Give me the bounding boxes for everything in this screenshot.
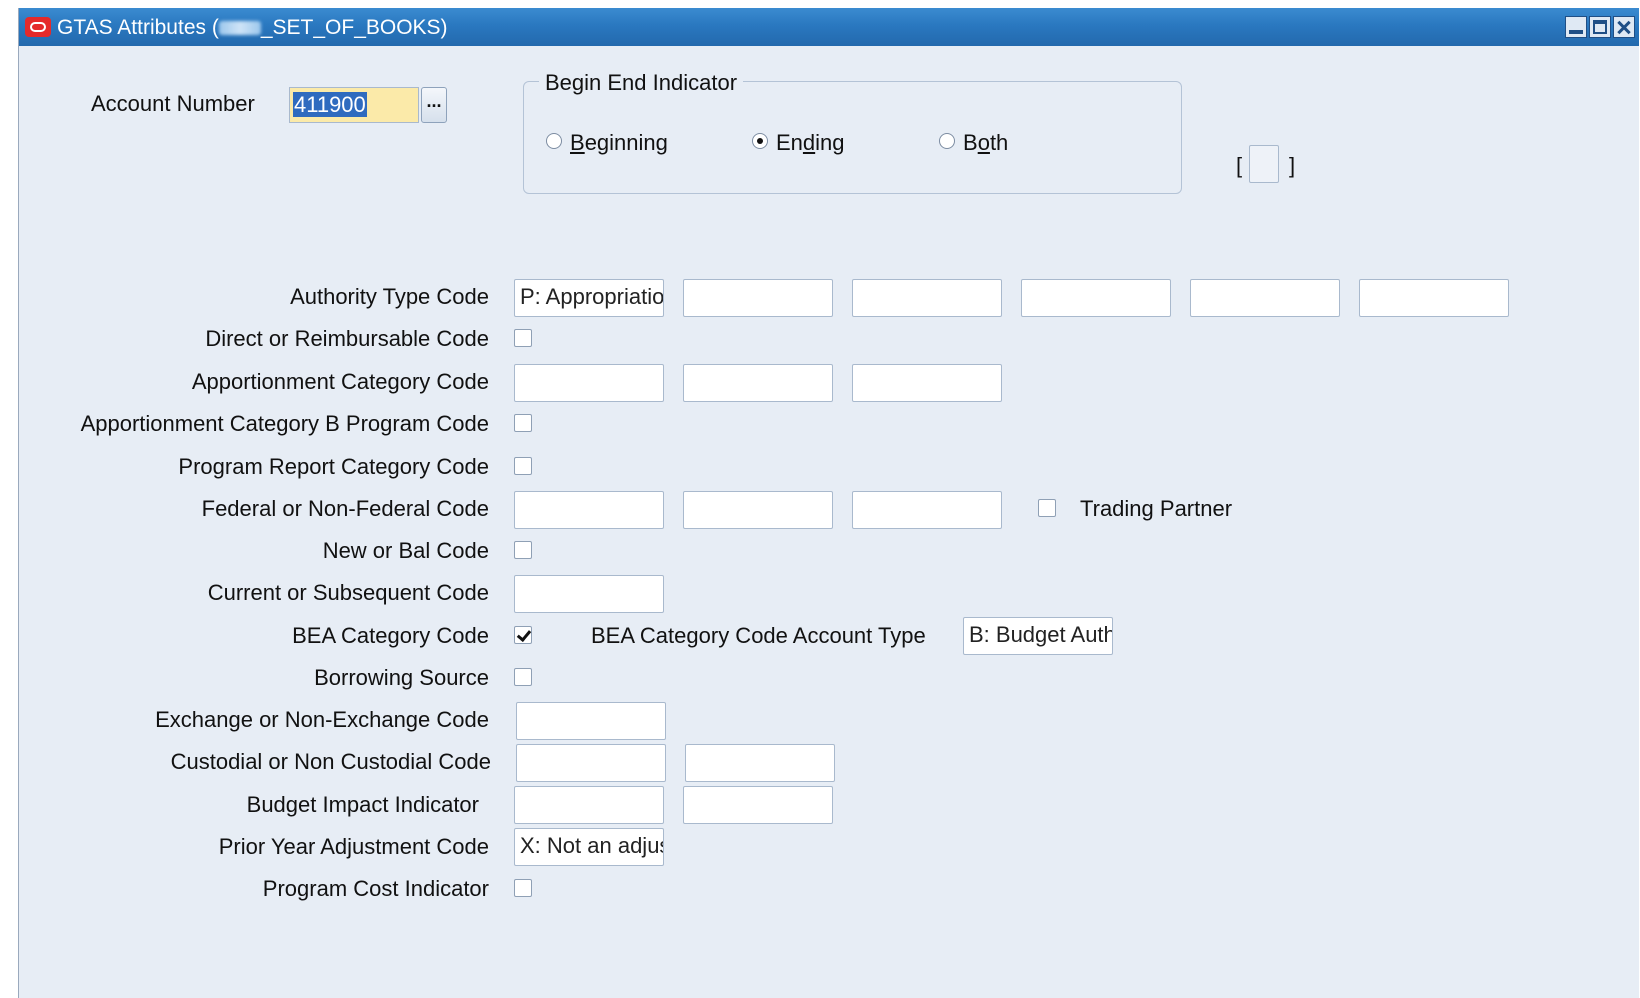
ending-radio-label[interactable]: Ending xyxy=(776,130,845,156)
maximize-icon[interactable] xyxy=(1589,16,1611,38)
account-number-label: Account Number xyxy=(91,91,255,116)
apportionment-category-b-program-code-checkbox[interactable] xyxy=(514,414,532,432)
apportionment-category-code-label: Apportionment Category Code xyxy=(191,369,489,394)
new-or-bal-code-label: New or Bal Code xyxy=(322,538,489,563)
program-report-category-code-label: Program Report Category Code xyxy=(178,454,489,479)
gtas-attributes-window: GTAS Attributes (_SET_OF_BOOKS) Account … xyxy=(18,8,1639,998)
authority-type-code-field-2[interactable] xyxy=(683,279,833,317)
authority-type-code-field-3[interactable] xyxy=(852,279,1002,317)
bracket-open: [ xyxy=(1236,153,1243,178)
bea-category-code-label: BEA Category Code xyxy=(292,623,489,648)
begin-end-indicator-legend: Begin End Indicator xyxy=(539,70,744,96)
authority-type-code-label: Authority Type Code xyxy=(290,284,489,309)
both-radio[interactable] xyxy=(939,133,955,149)
authority-type-code-field-4[interactable] xyxy=(1021,279,1171,317)
authority-type-code-field-6[interactable] xyxy=(1359,279,1509,317)
program-report-category-code-checkbox[interactable] xyxy=(514,457,532,475)
budget-impact-indicator-field-1[interactable] xyxy=(514,786,664,824)
both-radio-label[interactable]: Both xyxy=(963,130,1008,156)
account-number-input[interactable]: 411900 xyxy=(289,87,419,123)
new-or-bal-code-checkbox[interactable] xyxy=(514,541,532,559)
redacted-text xyxy=(218,21,261,36)
bea-category-code-account-type-label: BEA Category Code Account Type xyxy=(591,623,926,648)
prior-year-adjustment-code-field[interactable]: X: Not an adjustment xyxy=(514,828,664,866)
budget-impact-indicator-label: Budget Impact Indicator xyxy=(246,792,479,817)
oracle-logo-icon xyxy=(25,17,51,37)
custodial-or-non-custodial-code-field-1[interactable] xyxy=(516,744,666,782)
federal-or-non-federal-code-field-1[interactable] xyxy=(514,491,664,529)
borrowing-source-label: Borrowing Source xyxy=(314,665,489,690)
trading-partner-checkbox[interactable] xyxy=(1038,499,1056,517)
prior-year-adjustment-code-label: Prior Year Adjustment Code xyxy=(218,834,489,859)
budget-impact-indicator-field-2[interactable] xyxy=(683,786,833,824)
bea-category-code-checkbox[interactable] xyxy=(514,626,532,644)
direct-or-reimbursable-code-checkbox[interactable] xyxy=(514,329,532,347)
account-number-lov-button[interactable]: ... xyxy=(421,87,447,123)
direct-or-reimbursable-code-label: Direct or Reimbursable Code xyxy=(205,326,489,351)
minimize-icon[interactable] xyxy=(1565,16,1587,38)
title-bar[interactable]: GTAS Attributes (_SET_OF_BOOKS) xyxy=(19,8,1639,46)
borrowing-source-checkbox[interactable] xyxy=(514,668,532,686)
current-or-subsequent-code-label: Current or Subsequent Code xyxy=(207,580,489,605)
beginning-radio-label[interactable]: Beginning xyxy=(570,130,668,156)
apportionment-category-code-field-3[interactable] xyxy=(852,364,1002,402)
beginning-radio[interactable] xyxy=(546,133,562,149)
authority-type-code-field-5[interactable] xyxy=(1190,279,1340,317)
trading-partner-label: Trading Partner xyxy=(1080,496,1233,521)
authority-type-code-field-1[interactable]: P: Appropriation xyxy=(514,279,664,317)
apportionment-category-b-program-code-label: Apportionment Category B Program Code xyxy=(80,411,489,436)
apportionment-category-code-field-1[interactable] xyxy=(514,364,664,402)
exchange-or-non-exchange-code-field[interactable] xyxy=(516,702,666,740)
exchange-or-non-exchange-code-label: Exchange or Non-Exchange Code xyxy=(155,707,489,732)
custodial-or-non-custodial-code-field-2[interactable] xyxy=(685,744,835,782)
program-cost-indicator-label: Program Cost Indicator xyxy=(262,876,489,901)
federal-or-non-federal-code-label: Federal or Non-Federal Code xyxy=(201,496,489,521)
federal-or-non-federal-code-field-2[interactable] xyxy=(683,491,833,529)
window-title: GTAS Attributes (_SET_OF_BOOKS) xyxy=(57,16,448,39)
current-or-subsequent-code-field[interactable] xyxy=(514,575,664,613)
close-icon[interactable] xyxy=(1613,16,1635,38)
program-cost-indicator-checkbox[interactable] xyxy=(514,879,532,897)
federal-or-non-federal-code-field-3[interactable] xyxy=(852,491,1002,529)
bracket-field[interactable] xyxy=(1249,145,1279,183)
apportionment-category-code-field-2[interactable] xyxy=(683,364,833,402)
bracket-close: ] xyxy=(1289,153,1296,178)
bea-category-code-account-type-field[interactable]: B: Budget Authority xyxy=(963,617,1113,655)
ending-radio[interactable] xyxy=(752,133,768,149)
custodial-or-non-custodial-code-label: Custodial or Non Custodial Code xyxy=(170,749,491,774)
